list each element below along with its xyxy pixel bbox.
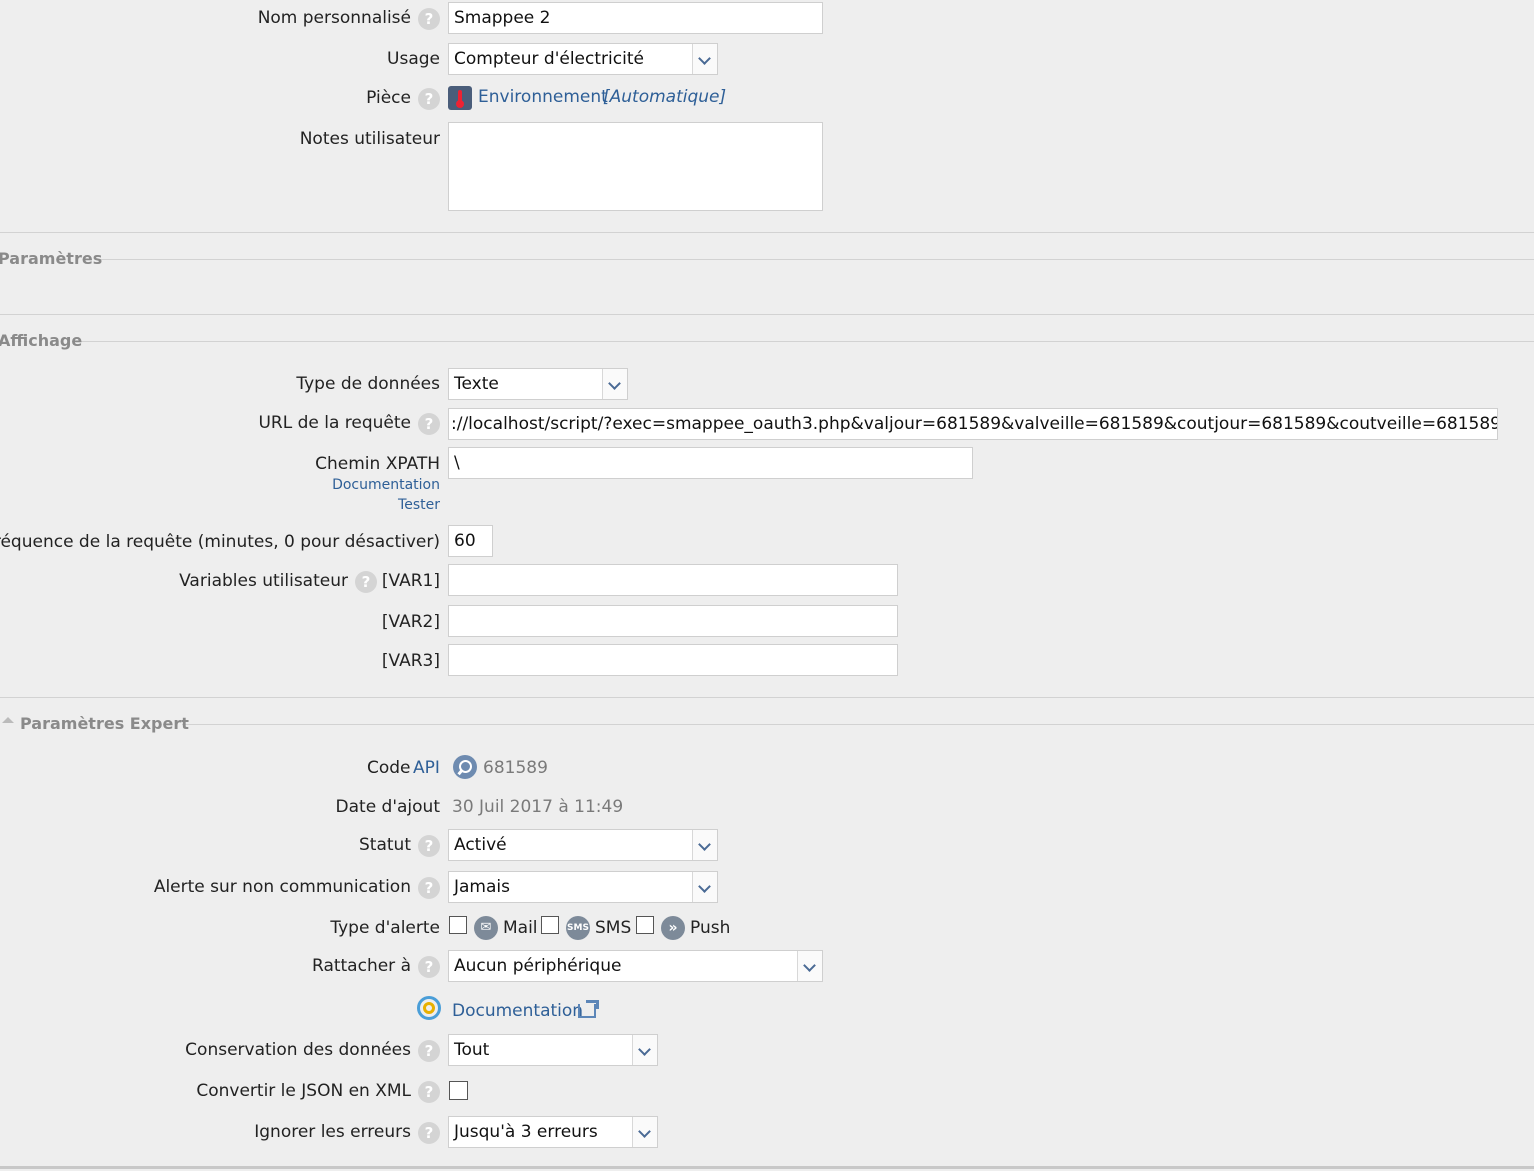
help-icon[interactable]: ? (418, 88, 440, 110)
chevron-down-icon (632, 1035, 657, 1065)
chevron-down-icon (797, 951, 822, 981)
help-icon[interactable]: ? (355, 571, 377, 593)
usage-label: Usage (387, 49, 440, 69)
divider (0, 232, 1534, 233)
ignorer-select-value: Jusqu'à 3 erreurs (454, 1122, 598, 1142)
code-value: 681589 (483, 758, 548, 778)
var3-input[interactable] (448, 644, 898, 676)
usage-select-value: Compteur d'électricité (454, 49, 644, 69)
mail-checkbox[interactable] (449, 916, 467, 934)
chevron-down-icon (602, 369, 627, 399)
var2-input[interactable] (448, 605, 898, 637)
nom-input[interactable]: Smappee 2 (448, 2, 823, 34)
xpath-input[interactable]: \ (448, 447, 973, 479)
code-label: Code (367, 758, 411, 778)
divider (182, 724, 1534, 725)
thermometer-icon (448, 86, 472, 110)
notes-textarea[interactable] (448, 122, 823, 211)
help-icon[interactable]: ? (418, 835, 440, 857)
help-icon[interactable]: ? (418, 8, 440, 30)
section-affichage[interactable]: Affichage (0, 331, 82, 350)
type-alerte-label: Type d'alerte (330, 918, 440, 938)
divider (78, 341, 1534, 342)
statut-label: Statut (359, 835, 411, 855)
section-parametres[interactable]: Paramètres (0, 249, 102, 268)
ignorer-label: Ignorer les erreurs (254, 1122, 411, 1142)
var2-label: [VAR2] (381, 612, 440, 632)
json-checkbox[interactable] (449, 1081, 468, 1100)
usage-select[interactable]: Compteur d'électricité (448, 43, 718, 75)
freq-label: Fréquence de la requête (minutes, 0 pour… (0, 532, 440, 552)
mail-label: Mail (503, 918, 538, 938)
ignorer-select[interactable]: Jusqu'à 3 erreurs (448, 1116, 658, 1148)
notes-label: Notes utilisateur (299, 129, 440, 149)
sms-checkbox[interactable] (541, 916, 559, 934)
var3-label: [VAR3] (381, 651, 440, 671)
xpath-tester-link[interactable]: Tester (398, 495, 440, 515)
conservation-select-value: Tout (454, 1040, 490, 1060)
push-label: Push (690, 918, 731, 938)
date-label: Date d'ajout (335, 797, 440, 817)
statut-select-value: Activé (454, 835, 507, 855)
url-input[interactable]: ://localhost/script/?exec=smappee_oauth3… (448, 408, 1498, 440)
var1-input[interactable] (448, 564, 898, 596)
var1-label: [VAR1] (381, 571, 440, 591)
alerte-select[interactable]: Jamais (448, 871, 718, 903)
freq-input[interactable]: 60 (448, 525, 493, 557)
chevron-down-icon (692, 872, 717, 902)
sms-icon: SMS (566, 916, 590, 940)
external-link-icon (578, 999, 600, 1018)
piece-link[interactable]: Environnement (478, 87, 608, 107)
alerte-select-value: Jamais (454, 877, 510, 897)
json-label: Convertir le JSON en XML (196, 1081, 411, 1101)
type-label: Type de données (296, 374, 440, 394)
piece-label: Pièce (366, 88, 411, 108)
documentation-link[interactable]: Documentation (452, 1001, 583, 1021)
conservation-select[interactable]: Tout (448, 1034, 658, 1066)
statut-select[interactable]: Activé (448, 829, 718, 861)
vars-label: Variables utilisateur (179, 571, 348, 591)
push-checkbox[interactable] (636, 916, 654, 934)
help-icon[interactable]: ? (418, 956, 440, 978)
help-icon[interactable]: ? (418, 1040, 440, 1062)
help-icon[interactable]: ? (418, 877, 440, 899)
piece-auto-label: [Automatique] (603, 87, 727, 107)
chevron-down-icon (692, 44, 717, 74)
key-icon (453, 755, 477, 779)
date-value: 30 Juil 2017 à 11:49 (452, 797, 624, 817)
type-select[interactable]: Texte (448, 368, 628, 400)
xpath-documentation-link[interactable]: Documentation (332, 475, 440, 495)
divider (0, 1166, 1534, 1169)
code-api-link[interactable]: API (413, 758, 440, 778)
divider (96, 259, 1534, 260)
type-select-value: Texte (454, 374, 499, 394)
section-expert[interactable]: Paramètres Expert (20, 714, 189, 733)
sms-label: SMS (595, 918, 632, 938)
url-label: URL de la requête (258, 413, 411, 433)
conservation-label: Conservation des données (185, 1040, 411, 1060)
mail-icon: ✉ (474, 916, 498, 940)
rattacher-label: Rattacher à (312, 956, 411, 976)
xpath-label: Chemin XPATH (315, 454, 440, 474)
nom-label: Nom personnalisé (257, 8, 411, 28)
chevron-down-icon (692, 830, 717, 860)
alerte-label: Alerte sur non communication (153, 877, 411, 897)
help-icon[interactable]: ? (418, 1122, 440, 1144)
rattacher-select-value: Aucun périphérique (454, 956, 622, 976)
divider (0, 314, 1534, 315)
push-icon: » (661, 916, 685, 940)
rattacher-select[interactable]: Aucun périphérique (448, 950, 823, 982)
help-center-icon (417, 996, 441, 1020)
help-icon[interactable]: ? (418, 413, 440, 435)
collapse-icon[interactable] (2, 717, 14, 723)
help-icon[interactable]: ? (418, 1081, 440, 1103)
divider (0, 697, 1534, 698)
chevron-down-icon (632, 1117, 657, 1147)
